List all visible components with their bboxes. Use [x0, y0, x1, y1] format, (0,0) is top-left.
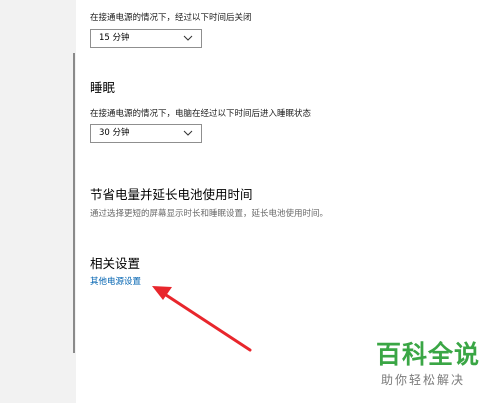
- additional-power-settings-link[interactable]: 其他电源设置: [90, 276, 141, 288]
- related-settings-heading: 相关设置: [90, 256, 141, 271]
- sleep-value: 30 分钟: [99, 128, 130, 138]
- watermark-sub-text: 助你轻松解决: [381, 373, 466, 387]
- watermark-logo: 百科全说 助你轻松解决: [372, 340, 490, 396]
- screen-timeout-dropdown[interactable]: 15 分钟: [90, 29, 202, 48]
- battery-description: 通过选择更短的屏幕显示时长和睡眠设置，延长电池使用时间。: [90, 209, 329, 219]
- sleep-heading: 睡眠: [90, 80, 116, 95]
- sleep-description: 在接通电源的情况下，电脑在经过以下时间后进入睡眠状态: [90, 109, 312, 119]
- chevron-down-icon: [183, 35, 193, 41]
- scrollbar[interactable]: [73, 53, 75, 353]
- screen-timeout-description: 在接通电源的情况下，经过以下时间后关闭: [90, 13, 252, 23]
- screen-timeout-value: 15 分钟: [99, 33, 130, 43]
- power-sleep-settings-page: 在接通电源的情况下，经过以下时间后关闭 15 分钟 睡眠 在接通电源的情况下，电…: [0, 0, 500, 403]
- chevron-down-icon: [183, 130, 193, 136]
- arrow-shaft: [164, 293, 252, 352]
- navigation-pane: [0, 0, 76, 403]
- arrow-head: [152, 286, 172, 300]
- watermark-main-text: 百科全说: [376, 340, 481, 369]
- battery-heading: 节省电量并延长电池使用时间: [90, 187, 253, 202]
- sleep-dropdown[interactable]: 30 分钟: [90, 124, 202, 143]
